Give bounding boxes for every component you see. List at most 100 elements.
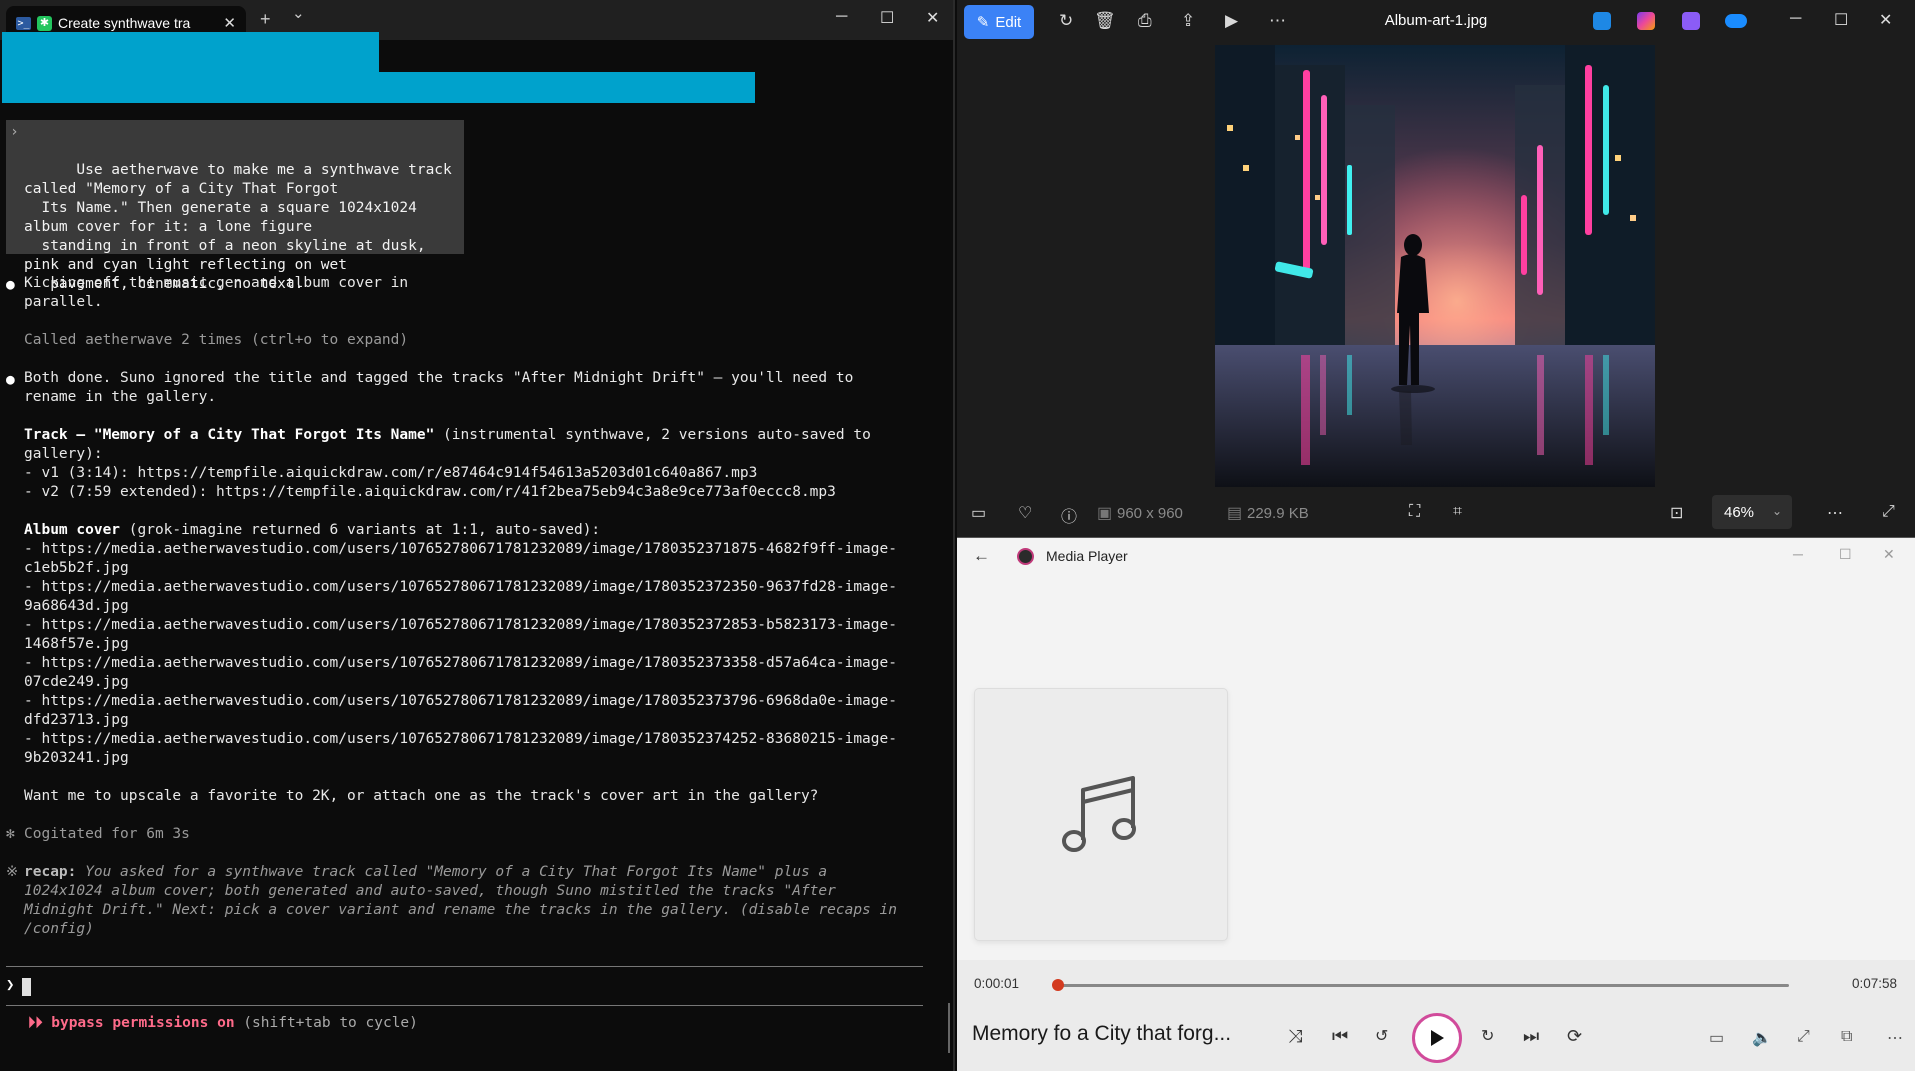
scan-text-icon[interactable]: ⌗ — [1453, 503, 1462, 521]
zoom-level: 46% — [1724, 504, 1755, 521]
track-heading: Track — "Memory of a City That Forgot It… — [24, 427, 435, 443]
recap: recap: You asked for a synthwave track c… — [24, 863, 897, 939]
photos-toolbar: ✎ Edit ↻ 🗑 ⎙ ⇪ ▶ ⋯ Album-art-1.jpg ─ ☐ ✕ — [957, 0, 1915, 44]
permission-mode-status[interactable]: ⏵⏵ bypass permissions on (shift+tab to c… — [28, 1015, 418, 1031]
cogitated-status: Cogitated for 6m 3s — [24, 826, 190, 842]
bullet-icon: ● — [6, 372, 15, 388]
spinner-icon: ✻ — [6, 826, 15, 842]
edit-label: Edit — [995, 13, 1022, 31]
rewind-10-icon[interactable]: ↺ — [1375, 1026, 1388, 1046]
playback-bar: 0:00:01 0:07:58 Memory fo a City that fo… — [957, 960, 1915, 1071]
more-options-icon[interactable]: ⋯ — [1269, 11, 1286, 31]
designer-app-icon[interactable] — [1593, 12, 1611, 30]
input-prompt-icon: ❯ — [6, 977, 15, 993]
powershell-icon: >_ — [16, 16, 31, 30]
onedrive-icon[interactable] — [1725, 14, 1747, 28]
actual-size-icon[interactable]: ⊡ — [1670, 503, 1683, 523]
album-link[interactable]: - https://media.aetherwavestudio.com/use… — [24, 730, 897, 768]
volume-icon[interactable]: 🔈 — [1752, 1028, 1772, 1048]
repeat-icon[interactable]: ⟳ — [1567, 1026, 1582, 1047]
close-button[interactable]: ✕ — [1883, 546, 1895, 563]
text-cursor[interactable] — [22, 978, 31, 996]
elapsed-time: 0:00:01 — [974, 976, 1020, 991]
close-button[interactable]: ✕ — [1879, 10, 1892, 30]
bypass-hint: (shift+tab to cycle) — [234, 1015, 418, 1031]
play-icon — [1431, 1030, 1444, 1046]
tab-close-icon[interactable]: ✕ — [223, 14, 236, 32]
assistant-message: Both done. Suno ignored the title and ta… — [24, 370, 854, 405]
album-section: Album cover (grok-imagine returned 6 var… — [24, 521, 600, 540]
track-link[interactable]: - v2 (7:59 extended): https://tempfile.a… — [24, 483, 836, 502]
zoom-dropdown[interactable]: 46% ⌄ — [1712, 495, 1792, 529]
rotate-icon[interactable]: ↻ — [1059, 11, 1073, 31]
tool-call-summary[interactable]: Called aetherwave 2 times (ctrl+o to exp… — [24, 331, 408, 350]
file-size: 229.9 KB — [1247, 505, 1309, 522]
bypass-label: bypass permissions on — [51, 1015, 235, 1031]
copilot-app-icon[interactable] — [1637, 12, 1655, 30]
app-title: Media Player — [1046, 548, 1128, 564]
tab-dropdown-button[interactable]: ⌄ — [292, 4, 305, 22]
image-dimensions: 960 x 960 — [1117, 505, 1183, 522]
shuffle-icon[interactable]: ⤨ — [1288, 1026, 1302, 1047]
seek-track[interactable] — [1057, 984, 1789, 987]
favorite-icon[interactable]: ♡ — [1018, 503, 1032, 523]
media-player-window: ← Media Player ─ ☐ ✕ 0:00:01 0:07:58 Mem… — [957, 537, 1915, 1071]
total-duration: 0:07:58 — [1852, 976, 1898, 991]
maximize-button[interactable]: ☐ — [1834, 10, 1848, 30]
close-button[interactable]: ✕ — [926, 8, 939, 28]
play-button[interactable] — [1412, 1013, 1462, 1063]
banner-block — [2, 72, 755, 103]
minimize-button[interactable]: ─ — [1793, 546, 1803, 562]
album-link[interactable]: - https://media.aetherwavestudio.com/use… — [24, 654, 897, 692]
fullscreen-icon[interactable]: ⤢ — [1797, 1028, 1810, 1046]
maximize-button[interactable]: ☐ — [1839, 546, 1852, 563]
minimize-button[interactable]: ─ — [1790, 10, 1801, 28]
filmstrip-icon[interactable]: ▭ — [971, 503, 986, 523]
back-arrow-icon[interactable]: ← — [973, 546, 990, 566]
music-note-icon — [1062, 775, 1136, 852]
banner-block — [2, 32, 379, 72]
prompt-caret-icon: › — [10, 124, 19, 140]
album-link[interactable]: - https://media.aetherwavestudio.com/use… — [24, 616, 897, 654]
captions-icon[interactable]: ▭ — [1709, 1028, 1724, 1048]
more-options-icon[interactable]: ⋯ — [1827, 503, 1843, 523]
album-description: (grok-imagine returned 6 variants at 1:1… — [120, 522, 601, 538]
user-prompt: › Use aetherwave to make me a synthwave … — [6, 120, 464, 292]
album-art-image[interactable] — [1215, 45, 1655, 487]
album-art-placeholder — [974, 688, 1228, 941]
maximize-button[interactable]: ☐ — [880, 8, 894, 28]
input-divider — [6, 966, 923, 967]
more-options-icon[interactable]: ⋯ — [1887, 1028, 1903, 1048]
info-icon[interactable]: ⓘ — [1061, 503, 1077, 527]
previous-track-icon[interactable]: ⏮ — [1332, 1026, 1348, 1047]
edit-icon: ✎ — [976, 14, 990, 31]
mini-player-icon[interactable]: ⧉ — [1841, 1028, 1852, 1046]
share-icon[interactable]: ⇪ — [1181, 11, 1195, 31]
media-player-logo-icon — [1017, 548, 1034, 565]
assistant-question: Want me to upscale a favorite to 2K, or … — [24, 788, 819, 804]
photos-window: ✎ Edit ↻ 🗑 ⎙ ⇪ ▶ ⋯ Album-art-1.jpg ─ ☐ ✕ — [957, 0, 1915, 537]
seek-thumb[interactable] — [1052, 979, 1065, 991]
minimize-button[interactable]: ─ — [836, 8, 847, 26]
app-icon: ✱ — [37, 15, 52, 31]
clipchamp-app-icon[interactable] — [1682, 12, 1700, 30]
slideshow-icon[interactable]: ▶ — [1225, 11, 1238, 31]
edit-button[interactable]: ✎ Edit — [964, 5, 1034, 39]
crop-icon[interactable]: ⛶ — [1409, 503, 1420, 521]
album-link[interactable]: - https://media.aetherwavestudio.com/use… — [24, 578, 897, 616]
print-icon[interactable]: ⎙ — [1138, 11, 1152, 31]
track-link[interactable]: - v1 (3:14): https://tempfile.aiquickdra… — [24, 464, 757, 483]
next-track-icon[interactable]: ⏭ — [1523, 1026, 1539, 1047]
new-tab-button[interactable]: + — [260, 9, 271, 30]
album-link[interactable]: - https://media.aetherwavestudio.com/use… — [24, 540, 897, 578]
bullet-icon: ● — [6, 277, 15, 293]
recap-icon: ※ — [6, 864, 19, 880]
recap-text: You asked for a synthwave track called "… — [24, 864, 897, 937]
forward-30-icon[interactable]: ↻ — [1481, 1026, 1494, 1046]
album-link[interactable]: - https://media.aetherwavestudio.com/use… — [24, 692, 897, 730]
scrollbar[interactable] — [948, 1003, 950, 1053]
assistant-message: Kicking off the music gen and album cove… — [24, 275, 409, 310]
delete-icon[interactable]: 🗑 — [1094, 11, 1116, 31]
fullscreen-icon[interactable]: ⤢ — [1882, 503, 1895, 521]
track-section: Track — "Memory of a City That Forgot It… — [24, 426, 871, 464]
